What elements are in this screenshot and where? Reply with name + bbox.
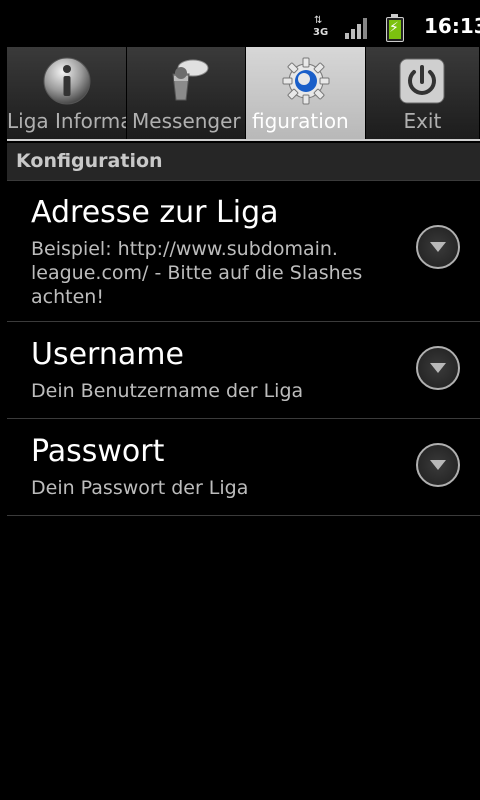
status-bar: ⇅ 3G ⚡ 16:13 xyxy=(0,0,480,46)
tab-label: Liga Informa xyxy=(7,109,127,133)
3g-data-icon: ⇅ 3G xyxy=(313,15,329,39)
tab-label: figuration xyxy=(251,109,349,133)
dropdown-arrow-icon[interactable] xyxy=(416,225,460,269)
signal-strength-icon xyxy=(345,17,371,39)
preference-summary: Beispiel: http://www.subdomain. league.c… xyxy=(31,238,363,308)
preference-summary: Dein Benutzername der Liga xyxy=(31,380,304,402)
preference-title: Adresse zur Liga xyxy=(31,195,279,230)
preference-summary: Dein Passwort der Liga xyxy=(31,477,249,499)
preference-title: Username xyxy=(31,337,184,372)
dropdown-arrow-icon[interactable] xyxy=(416,443,460,487)
status-time: 16:13 xyxy=(424,14,480,38)
tab-exit[interactable]: Exit xyxy=(365,47,480,140)
battery-charging-icon: ⚡ xyxy=(386,14,404,42)
tab-bar: Liga Informa Messenger figuration Exit xyxy=(7,47,480,140)
tab-liga-information[interactable]: Liga Informa xyxy=(7,47,127,140)
section-title: Konfiguration xyxy=(16,150,163,172)
info-icon xyxy=(42,56,92,106)
preference-item-adresse[interactable]: Adresse zur Liga Beispiel: http://www.su… xyxy=(7,181,480,322)
preference-title: Passwort xyxy=(31,434,165,469)
power-icon xyxy=(397,56,447,106)
settings-gear-icon xyxy=(281,56,331,106)
section-header: Konfiguration xyxy=(7,143,480,181)
tab-label: Messenger xyxy=(132,109,241,133)
tab-messenger[interactable]: Messenger xyxy=(127,47,246,140)
messenger-icon xyxy=(161,56,211,106)
tab-underline xyxy=(7,139,480,141)
tab-konfiguration[interactable]: figuration xyxy=(246,47,365,140)
preference-item-passwort[interactable]: Passwort Dein Passwort der Liga xyxy=(7,419,480,516)
preference-item-username[interactable]: Username Dein Benutzername der Liga xyxy=(7,322,480,419)
tab-label: Exit xyxy=(403,109,442,133)
dropdown-arrow-icon[interactable] xyxy=(416,346,460,390)
